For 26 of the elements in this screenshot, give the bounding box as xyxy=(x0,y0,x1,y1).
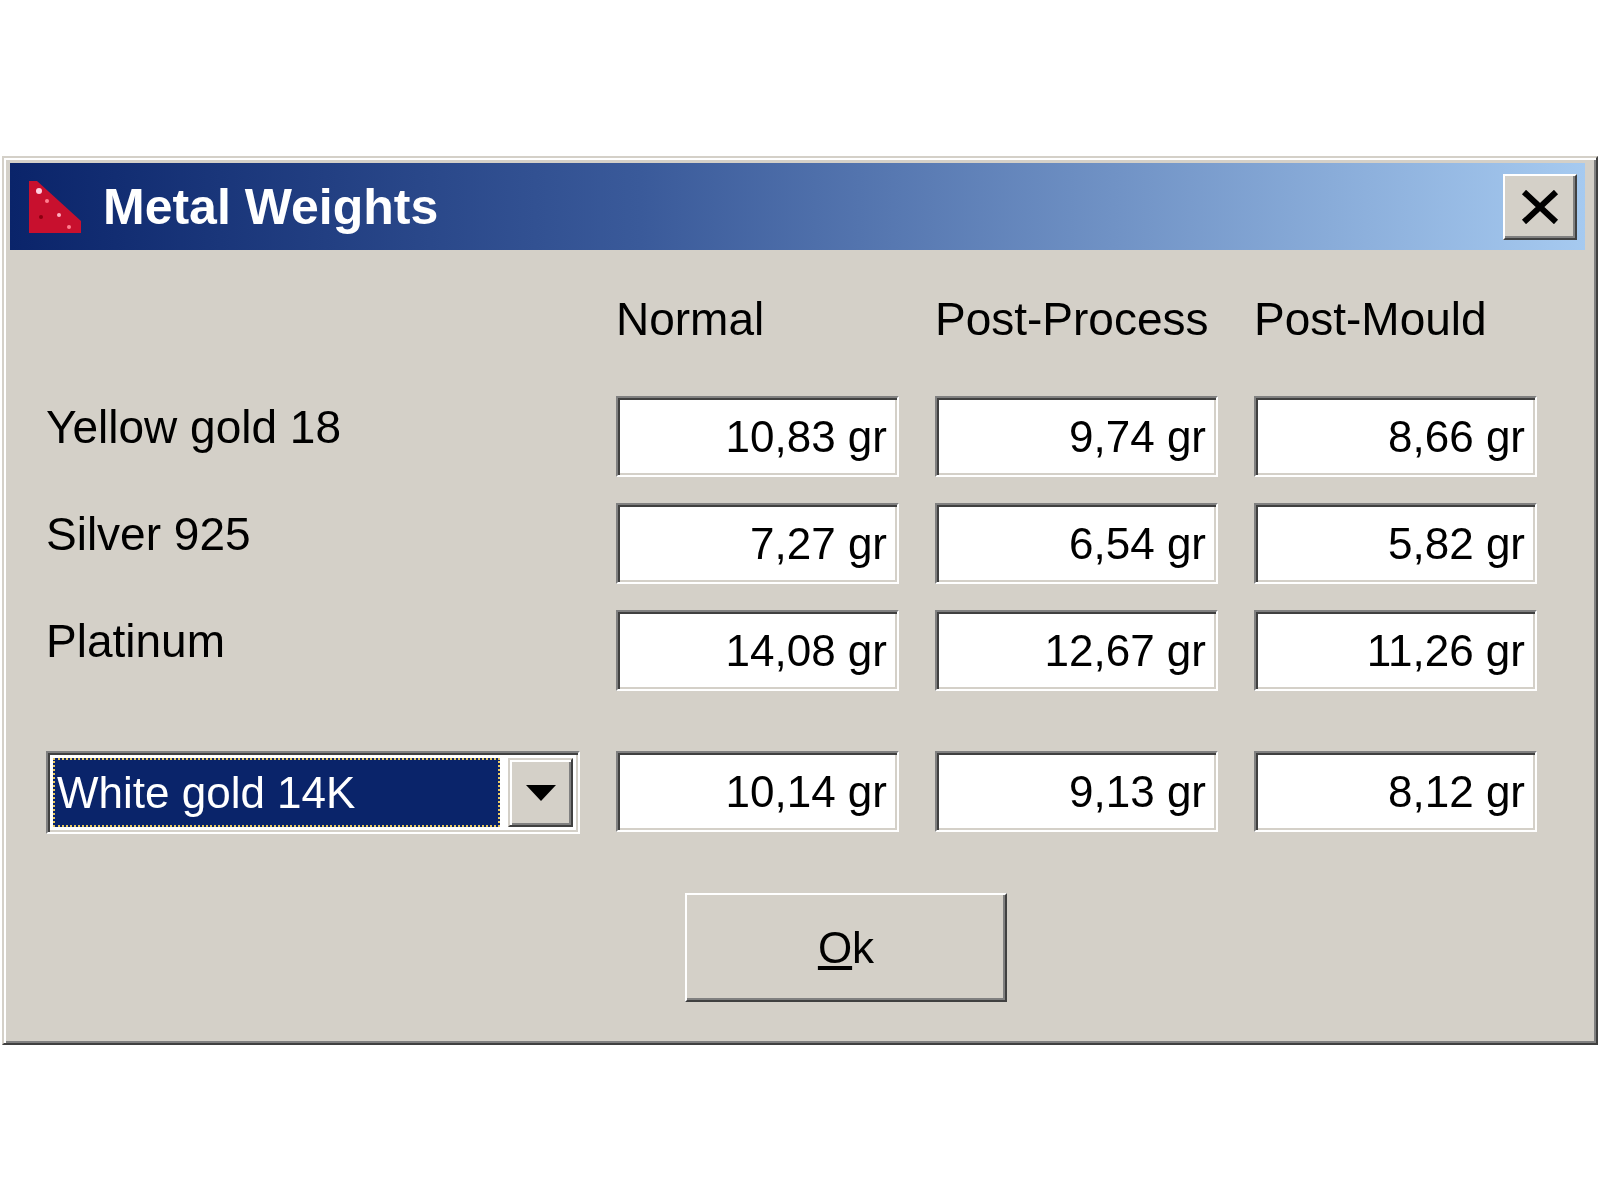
weight-field[interactable]: 8,12 gr xyxy=(1254,751,1537,832)
weight-field[interactable]: 11,26 gr xyxy=(1254,610,1537,691)
column-header: Normal xyxy=(616,294,765,344)
weight-field[interactable]: 9,13 gr xyxy=(935,751,1218,832)
weight-field[interactable]: 8,66 gr xyxy=(1254,396,1537,477)
ok-button[interactable]: Ok xyxy=(685,893,1007,1002)
dropdown-button[interactable] xyxy=(508,758,573,827)
column-header: Post-Mould xyxy=(1254,294,1487,344)
metal-label: Yellow gold 18 xyxy=(46,402,341,452)
weight-field[interactable]: 5,82 gr xyxy=(1254,503,1537,584)
column-header: Post-Process xyxy=(935,294,1209,344)
weight-field[interactable]: 14,08 gr xyxy=(616,610,899,691)
triangle-icon xyxy=(29,180,81,233)
weight-field[interactable]: 10,14 gr xyxy=(616,751,899,832)
metal-dropdown[interactable]: White gold 14K xyxy=(46,751,580,834)
caret-icon xyxy=(525,784,556,801)
metal-label: Platinum xyxy=(46,616,225,666)
weight-field[interactable]: 7,27 gr xyxy=(616,503,899,584)
close-icon xyxy=(1521,189,1559,224)
weight-field[interactable]: 10,83 gr xyxy=(616,396,899,477)
window-title: Metal Weights xyxy=(103,177,439,236)
weight-field[interactable]: 6,54 gr xyxy=(935,503,1218,584)
close-button[interactable] xyxy=(1503,173,1577,240)
weight-field[interactable]: 12,67 gr xyxy=(935,610,1218,691)
metal-label: Silver 925 xyxy=(46,509,251,559)
weight-field[interactable]: 9,74 gr xyxy=(935,396,1218,477)
